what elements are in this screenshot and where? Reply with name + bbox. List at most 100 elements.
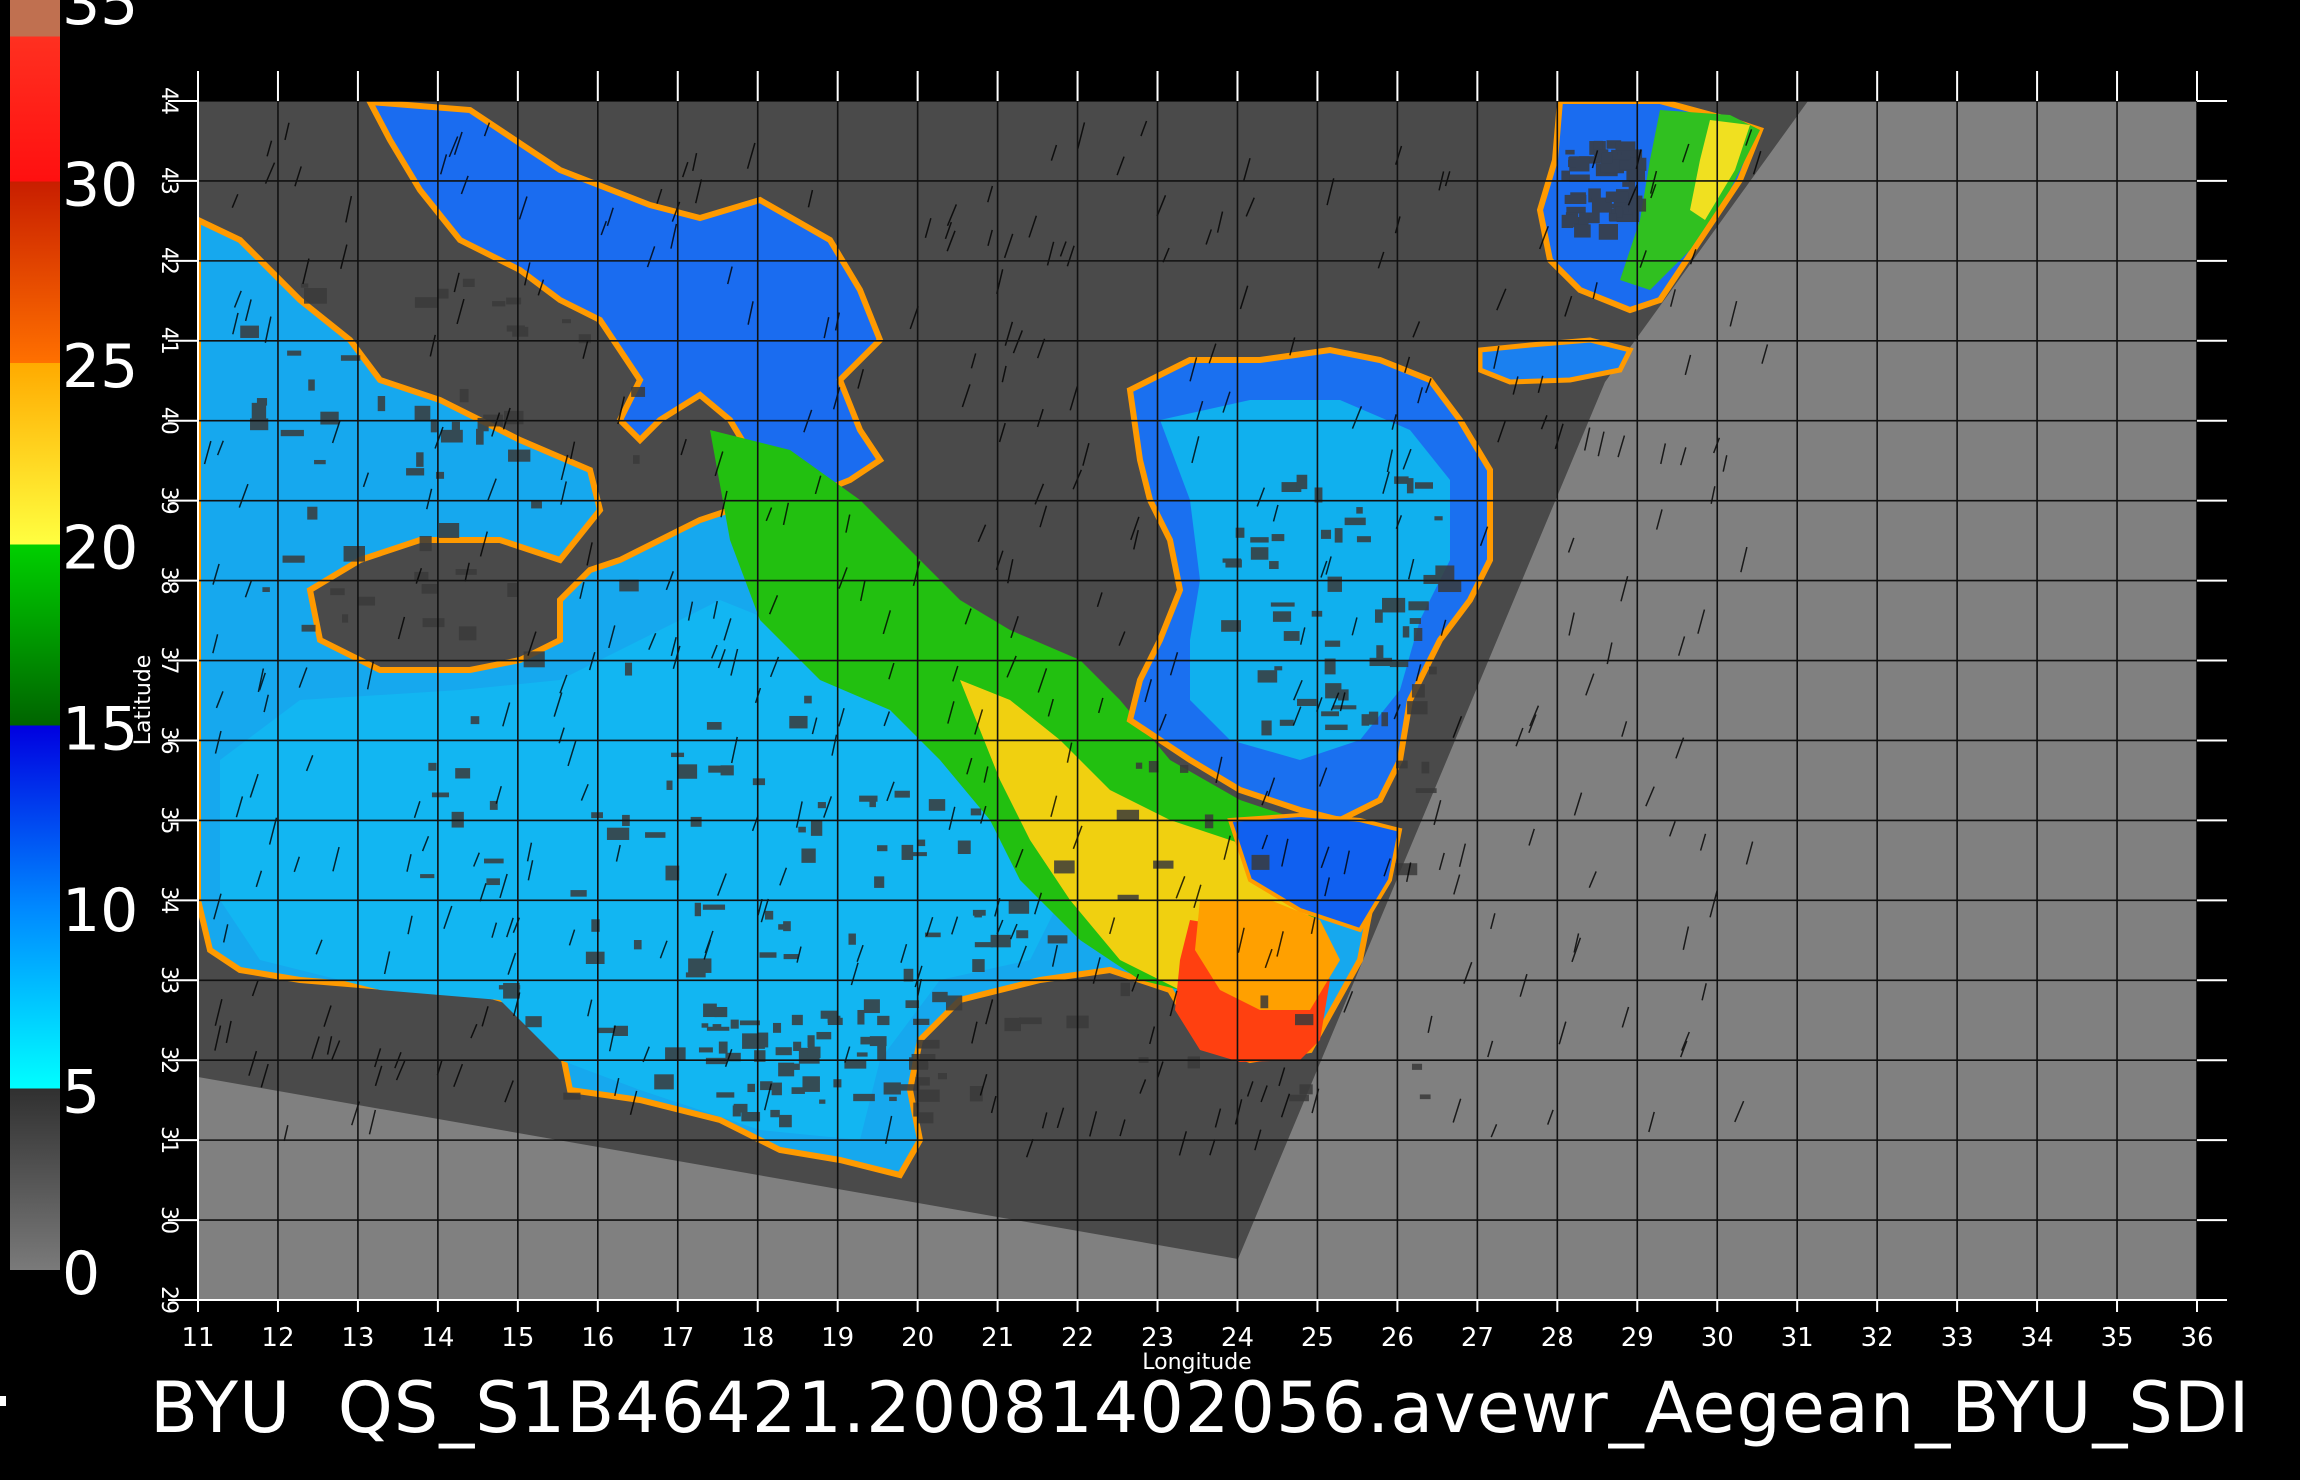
lat-tick-label: 32	[156, 1046, 181, 1074]
low-wind-patch	[698, 1047, 713, 1053]
low-wind-patch	[970, 808, 982, 816]
low-wind-patch	[1568, 159, 1577, 168]
lon-tick-label: 20	[901, 1323, 934, 1353]
map-title: BYU QS_S1B46421.20081402056.avewr_Aegean…	[150, 1367, 2251, 1449]
lon-tick-label: 27	[1461, 1323, 1494, 1353]
low-wind-patch	[807, 1046, 821, 1058]
low-wind-patch	[1116, 809, 1140, 821]
low-wind-patch	[1257, 670, 1278, 683]
low-wind-patch	[1369, 657, 1393, 667]
low-wind-patch	[1320, 529, 1332, 539]
low-wind-patch	[1279, 719, 1294, 726]
lon-tick-label: 30	[1701, 1323, 1734, 1353]
low-wind-patch	[877, 1043, 887, 1060]
lon-tick-label: 28	[1541, 1323, 1574, 1353]
low-wind-patch	[1325, 724, 1348, 731]
low-wind-patch	[1409, 618, 1421, 624]
low-wind-patch	[706, 1026, 730, 1031]
colorbar-tick-label: 20	[62, 513, 138, 583]
low-wind-patch	[1438, 581, 1462, 593]
low-wind-patch	[1406, 478, 1414, 494]
low-wind-patch	[810, 820, 823, 836]
low-wind-patch	[706, 722, 722, 730]
low-wind-patch	[714, 1006, 728, 1018]
low-wind-patch	[1344, 517, 1366, 526]
low-wind-patch	[307, 506, 318, 520]
low-wind-patch	[937, 1073, 947, 1080]
low-wind-patch	[484, 858, 504, 864]
low-wind-patch	[437, 288, 449, 299]
colorbar-tick-label: 10	[62, 876, 138, 946]
low-wind-patch	[918, 1112, 934, 1124]
low-wind-patch	[759, 952, 777, 958]
low-wind-patch	[440, 429, 463, 443]
lat-tick-label: 43	[156, 167, 181, 195]
low-wind-patch	[1612, 155, 1631, 160]
low-wind-patch	[563, 1092, 581, 1100]
low-wind-patch	[1274, 666, 1283, 671]
title-tick-mark	[0, 1396, 6, 1406]
low-wind-patch	[730, 1019, 739, 1029]
colorbar-tick-label: 30	[62, 150, 138, 220]
lon-tick-label: 24	[1221, 1323, 1254, 1353]
low-wind-patch	[974, 942, 993, 948]
lat-tick-label: 44	[156, 87, 181, 115]
lon-tick-label: 23	[1141, 1323, 1174, 1353]
low-wind-patch	[1269, 561, 1279, 570]
lat-tick-label: 42	[156, 247, 181, 275]
low-wind-patch	[869, 1036, 887, 1047]
low-wind-patch	[1356, 536, 1371, 543]
low-wind-patch	[877, 1015, 890, 1026]
low-wind-patch	[654, 1074, 674, 1090]
low-wind-patch	[916, 1039, 940, 1049]
low-wind-patch	[421, 584, 439, 594]
low-wind-patch	[820, 1010, 839, 1019]
low-wind-patch	[1381, 712, 1389, 727]
lon-tick-label: 26	[1381, 1323, 1414, 1353]
low-wind-patch	[1598, 224, 1619, 240]
colorbar-tick-label: 0	[62, 1239, 100, 1309]
lon-tick-label: 29	[1621, 1323, 1654, 1353]
lon-tick-label: 33	[1941, 1323, 1974, 1353]
low-wind-patch	[757, 1032, 769, 1048]
low-wind-patch	[414, 405, 431, 421]
low-wind-patch	[1117, 894, 1139, 900]
low-wind-patch	[857, 1009, 865, 1025]
low-wind-patch	[694, 902, 702, 917]
low-wind-patch	[990, 934, 1011, 948]
low-wind-patch	[619, 579, 639, 592]
low-wind-patch	[1334, 528, 1343, 543]
low-wind-patch	[874, 876, 885, 888]
low-wind-patch	[1601, 152, 1613, 164]
low-wind-patch	[848, 933, 856, 945]
low-wind-patch	[685, 972, 706, 978]
low-wind-patch	[343, 545, 365, 562]
low-wind-patch	[845, 1060, 864, 1068]
low-wind-patch	[462, 278, 475, 287]
low-wind-patch	[708, 765, 729, 773]
low-wind-patch	[419, 535, 432, 552]
low-wind-patch	[863, 999, 880, 1014]
low-wind-patch	[1054, 860, 1075, 874]
low-wind-patch	[1016, 930, 1029, 939]
low-wind-patch	[1321, 711, 1339, 717]
low-wind-patch	[1413, 627, 1423, 642]
lon-tick-label: 14	[421, 1323, 454, 1353]
low-wind-patch	[428, 762, 437, 771]
low-wind-patch	[1411, 1063, 1423, 1070]
low-wind-patch	[1222, 558, 1242, 563]
low-wind-patch	[783, 954, 799, 960]
low-wind-patch	[859, 795, 878, 802]
low-wind-patch	[957, 840, 971, 855]
low-wind-patch	[314, 459, 326, 465]
y-axis-label: Latitude	[131, 655, 156, 746]
lat-tick-label: 41	[156, 327, 181, 355]
low-wind-patch	[414, 297, 439, 308]
low-wind-patch	[894, 790, 910, 798]
low-wind-patch	[1270, 602, 1295, 607]
low-wind-patch	[917, 1089, 940, 1102]
low-wind-patch	[716, 1092, 735, 1098]
lat-tick-label: 35	[156, 806, 181, 834]
low-wind-patch	[416, 452, 424, 467]
lat-tick-label: 30	[156, 1206, 181, 1234]
